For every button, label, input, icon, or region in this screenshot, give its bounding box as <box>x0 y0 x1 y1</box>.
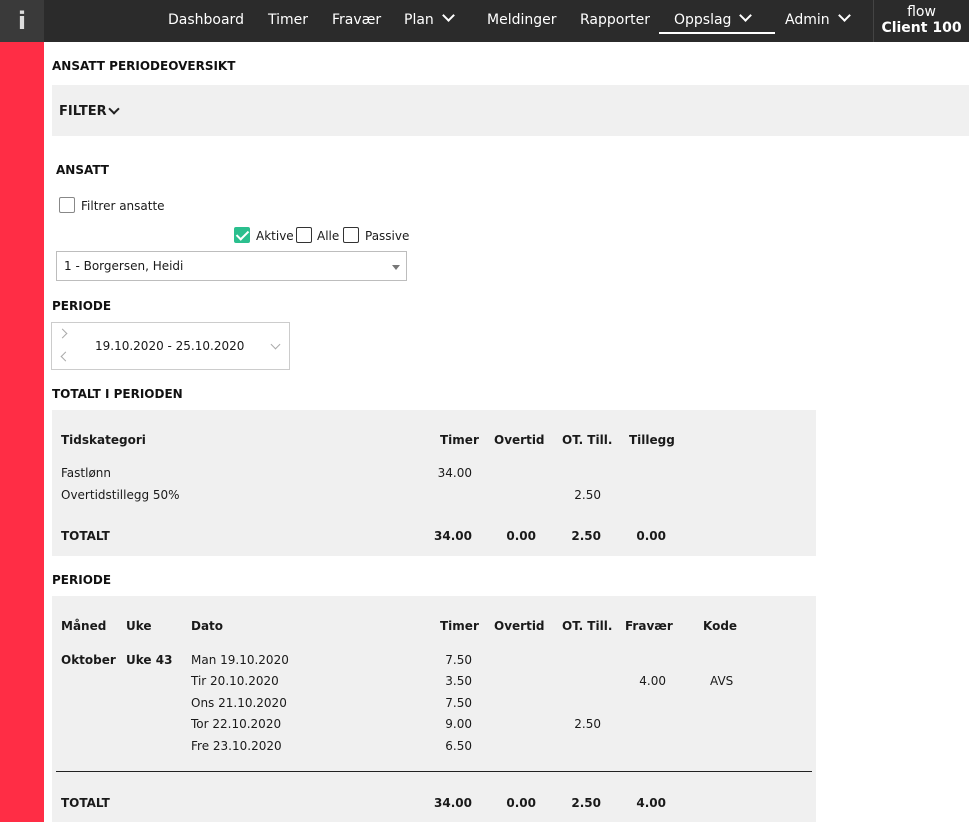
period-header-week: Uke <box>126 619 152 633</box>
period-row-ot-till: 2.50 <box>574 717 601 731</box>
nav-oppslag-label: Oppslag <box>674 12 732 28</box>
side-accent-bar <box>0 42 44 822</box>
period-row-date: Tir 20.10.2020 <box>191 674 279 688</box>
chevron-right-icon[interactable] <box>57 328 68 339</box>
nav-meldinger[interactable]: Meldinger <box>487 12 557 28</box>
totals-total-tillegg: 0.00 <box>636 529 666 543</box>
period-detail-title: PERIODE <box>52 573 112 587</box>
nav-plan-label: Plan <box>404 12 434 28</box>
period-header-ot-till: OT. Till. <box>562 619 613 633</box>
period-row-date: Fre 23.10.2020 <box>191 739 282 753</box>
totals-total-label: TOTALT <box>61 529 110 543</box>
all-label: Alle <box>317 229 340 243</box>
period-row-kode: AVS <box>710 674 734 688</box>
period-total-timer: 34.00 <box>434 796 472 810</box>
period-panel: Måned Uke Dato Timer Overtid OT. Till. F… <box>52 596 816 822</box>
period-week: Uke 43 <box>126 653 173 667</box>
period-total-label: TOTALT <box>61 796 110 810</box>
totals-row-category: Overtidstillegg 50% <box>61 488 180 502</box>
page-title: ANSATT PERIODEOVERSIKT <box>52 59 236 73</box>
active-checkbox[interactable] <box>234 227 250 243</box>
ansatt-title: ANSATT <box>56 163 109 177</box>
totals-header-category: Tidskategori <box>61 433 146 447</box>
nav-dashboard[interactable]: Dashboard <box>168 12 244 28</box>
filter-employees-label: Filtrer ansatte <box>81 199 165 213</box>
period-total-overtid: 0.00 <box>506 796 536 810</box>
totals-header-overtid: Overtid <box>494 433 545 447</box>
period-header-overtid: Overtid <box>494 619 545 633</box>
nav-meldinger-label: Meldinger <box>487 12 557 28</box>
filter-employees-checkbox[interactable] <box>59 197 75 213</box>
nav-oppslag[interactable]: Oppslag <box>659 9 775 34</box>
totals-header-tillegg: Tillegg <box>629 433 675 447</box>
top-navigation-bar: i Dashboard Timer Fravær Plan Meldinger … <box>0 0 969 42</box>
totals-panel: Tidskategori Timer Overtid OT. Till. Til… <box>52 410 816 556</box>
chevron-down-icon <box>739 9 753 22</box>
totals-row-ot-till: 2.50 <box>574 488 601 502</box>
chevron-down-icon <box>441 9 455 22</box>
passive-label: Passive <box>365 229 410 243</box>
totals-header-timer: Timer <box>440 433 479 447</box>
nav-rapporter[interactable]: Rapporter <box>580 12 650 28</box>
period-row-timer: 7.50 <box>445 696 472 710</box>
periode-title: PERIODE <box>52 299 112 313</box>
totals-total-overtid: 0.00 <box>506 529 536 543</box>
period-header-fravaer: Fravær <box>625 619 673 633</box>
chevron-down-icon <box>108 103 120 115</box>
totals-total-ot-till: 2.50 <box>571 529 601 543</box>
period-row-fravaer: 4.00 <box>639 674 666 688</box>
client-name: Client 100 <box>881 20 962 36</box>
period-value: 19.10.2020 - 25.10.2020 <box>95 339 245 353</box>
active-label: Aktive <box>256 229 294 243</box>
nav-timer-label: Timer <box>268 12 309 28</box>
period-header-date: Dato <box>191 619 224 633</box>
period-total-fravaer: 4.00 <box>636 796 666 810</box>
totals-title: TOTALT I PERIODEN <box>52 387 183 401</box>
totals-row-timer: 34.00 <box>437 466 472 480</box>
nav-rapporter-label: Rapporter <box>580 12 650 28</box>
all-checkbox[interactable] <box>296 227 312 243</box>
client-selector[interactable]: flow Client 100 <box>873 0 969 42</box>
totals-total-timer: 34.00 <box>434 529 472 543</box>
period-row-timer: 7.50 <box>445 653 472 667</box>
nav-timer[interactable]: Timer <box>268 12 308 28</box>
period-total-divider <box>56 771 812 772</box>
nav-admin-label: Admin <box>785 12 830 28</box>
nav-admin[interactable]: Admin <box>785 9 851 28</box>
logo-icon[interactable]: i <box>0 0 44 42</box>
chevron-left-icon[interactable] <box>60 351 71 362</box>
period-total-ot-till: 2.50 <box>571 796 601 810</box>
period-row-timer: 6.50 <box>445 739 472 753</box>
nav-fravaer[interactable]: Fravær <box>332 12 381 28</box>
period-row-date: Ons 21.10.2020 <box>191 696 287 710</box>
period-row-date: Tor 22.10.2020 <box>191 717 282 731</box>
period-row-date: Man 19.10.2020 <box>191 653 289 667</box>
employee-select-value: 1 - Borgersen, Heidi <box>64 259 184 273</box>
nav-dashboard-label: Dashboard <box>168 12 244 28</box>
totals-header-ot-till: OT. Till. <box>562 433 613 447</box>
period-header-month: Måned <box>61 619 107 633</box>
filter-toggle[interactable]: FILTER <box>52 85 969 136</box>
passive-checkbox[interactable] <box>343 227 359 243</box>
nav-fravaer-label: Fravær <box>332 12 382 28</box>
period-header-kode: Kode <box>703 619 738 633</box>
period-picker[interactable]: 19.10.2020 - 25.10.2020 <box>51 322 290 370</box>
totals-row-category: Fastlønn <box>61 466 111 480</box>
client-brand: flow <box>907 4 936 20</box>
period-month: Oktober <box>61 653 116 667</box>
period-header-timer: Timer <box>440 619 479 633</box>
chevron-down-icon <box>837 9 851 22</box>
caret-down-icon <box>392 265 400 270</box>
nav-plan[interactable]: Plan <box>404 9 455 28</box>
employee-select[interactable]: 1 - Borgersen, Heidi <box>56 251 407 281</box>
period-row-timer: 3.50 <box>445 674 472 688</box>
filter-label: FILTER <box>59 104 107 119</box>
period-row-timer: 9.00 <box>445 717 472 731</box>
chevron-down-icon[interactable] <box>270 339 281 350</box>
